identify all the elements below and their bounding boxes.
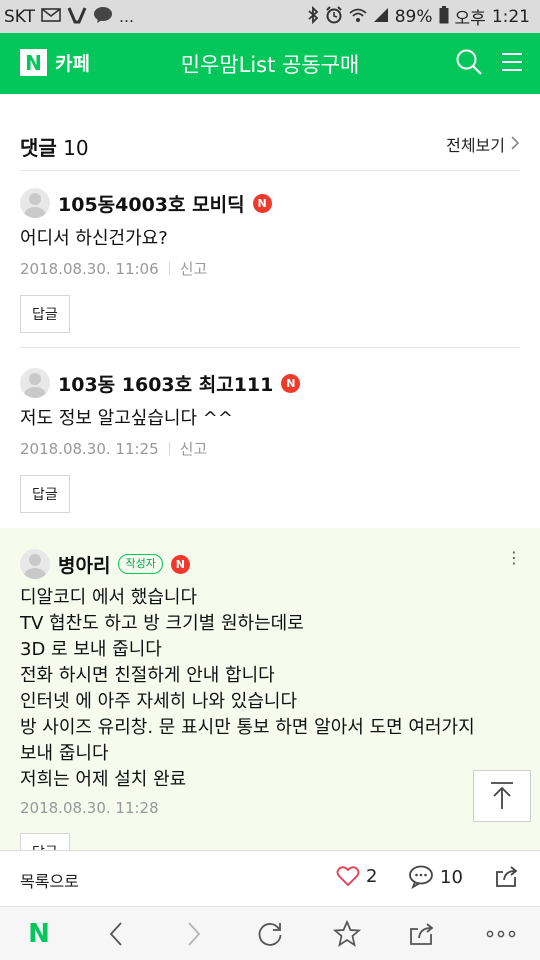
chevron-right-icon (511, 135, 520, 154)
wifi-icon (349, 7, 367, 27)
comment-date: 2018.08.30. 11:25 (20, 439, 159, 458)
battery-icon (439, 5, 449, 28)
comment-text: 어디서 하신건가요? (20, 228, 168, 249)
chat-bubble-icon (93, 6, 113, 28)
scroll-to-top-button[interactable] (473, 770, 531, 822)
clock-time: 1:21 (491, 6, 530, 27)
menu-icon[interactable] (500, 50, 524, 74)
comment-meta: 2018.08.30. 11:28 (20, 799, 520, 817)
more-dots: … (119, 7, 135, 26)
comment-text: 저도 정보 알고싶습니다 ^^ (20, 408, 233, 429)
see-all-label: 전체보기 (446, 136, 505, 155)
more-options-icon[interactable]: ⋮ (506, 550, 522, 566)
report-link[interactable]: 신고 (180, 258, 208, 279)
mail-icon (41, 7, 61, 27)
comment-date: 2018.08.30. 11:06 (20, 259, 159, 278)
comment-item: 105동4003호 모비딕 N 어디서 하신건가요? 2018.08.30. 1… (0, 186, 540, 333)
status-left: SKT … (4, 6, 134, 28)
comment-text: 디알코디 에서 했습니다 TV 협찬도 하고 방 크기별 원하는데로 3D 로 … (20, 585, 520, 793)
arrow-up-icon (491, 782, 513, 809)
new-badge: N (252, 193, 272, 213)
avatar (20, 368, 50, 398)
author-nickname: 병아리 (58, 554, 111, 577)
see-all-link[interactable]: 전체보기 (446, 132, 520, 156)
comment-meta: 2018.08.30. 11:06 신고 (20, 258, 520, 279)
comment-author[interactable]: 103동 1603호 최고111 N (20, 366, 520, 400)
comment-line: 디알코디 에서 했습니다 (20, 587, 198, 608)
report-link[interactable]: 신고 (180, 438, 208, 459)
comment-line: 방 사이즈 유리창. 문 표시만 통보 하면 알아서 도면 여러가지 (20, 717, 475, 738)
like-button[interactable]: 2 (336, 865, 377, 887)
search-icon[interactable] (455, 48, 483, 76)
comment-item: 103동 1603호 최고111 N 저도 정보 알고싶습니다 ^^ 2018.… (0, 366, 540, 513)
comments-count: 10 (63, 136, 89, 160)
author-nickname: 105동4003호 모비딕 (58, 193, 245, 216)
browser-nav-bar: N (0, 906, 540, 960)
comments-header: 댓글 10 전체보기 (0, 118, 540, 170)
like-count: 2 (366, 865, 378, 887)
comment-line: 3D 로 보내 줍니다 (20, 639, 162, 660)
reply-button[interactable]: 답글 (20, 475, 70, 513)
share-icon[interactable] (408, 920, 438, 948)
back-to-list-button[interactable]: 목록으로 (20, 868, 79, 892)
bluetooth-icon (307, 5, 319, 28)
comments-title: 댓글 10 (20, 132, 89, 161)
bookmark-star-icon[interactable] (332, 920, 362, 948)
divider (20, 170, 520, 171)
refresh-icon[interactable] (255, 920, 285, 948)
comment-line: 전화 하시면 친절하게 안내 합니다 (20, 665, 275, 686)
writer-tag: 작성자 (118, 554, 163, 574)
v-icon (67, 6, 87, 28)
writer-comment-item: 병아리 작성자 N ⋮ 디알코디 에서 했습니다 TV 협찬도 하고 방 크기별… (0, 547, 540, 871)
avatar (20, 549, 50, 579)
comment-line: TV 협찬도 하고 방 크기별 원하는데로 (20, 613, 304, 634)
comments-label: 댓글 (20, 136, 57, 160)
avatar (20, 188, 50, 218)
author-nickname: 103동 1603호 최고111 (58, 373, 274, 396)
app-header: N 카페 민우맘List 공동구매 (0, 33, 540, 94)
alarm-icon (325, 5, 343, 28)
meta-separator (168, 262, 170, 275)
signal-icon (373, 7, 389, 27)
comment-author[interactable]: 105동4003호 모비딕 N (20, 186, 520, 220)
reply-button[interactable]: 답글 (20, 295, 70, 333)
new-badge: N (281, 373, 301, 393)
forward-icon[interactable] (179, 920, 209, 948)
battery-percent: 89% (394, 6, 433, 27)
comment-icon (409, 865, 433, 889)
share-icon[interactable] (495, 865, 521, 893)
ampm-label: 오후 (454, 9, 486, 29)
back-icon[interactable] (101, 920, 131, 948)
new-badge: N (170, 554, 190, 574)
comment-line: 저희는 어제 설치 완료 (20, 769, 187, 790)
status-right: 89% 오후 1:21 (307, 4, 530, 29)
heart-icon (336, 866, 360, 887)
comment-date: 2018.08.30. 11:28 (20, 799, 159, 817)
status-bar: SKT … 89% 오후 1:21 (0, 0, 540, 33)
naver-home-icon[interactable]: N (24, 919, 54, 949)
comment-count: 10 (440, 866, 463, 888)
comment-meta: 2018.08.30. 11:25 신고 (20, 438, 520, 459)
comment-line: 보내 줍니다 (20, 743, 109, 764)
meta-separator (168, 442, 170, 455)
more-icon[interactable] (486, 920, 516, 948)
divider (20, 347, 520, 348)
comment-count-button[interactable]: 10 (408, 865, 463, 889)
bottom-action-bar: 목록으로 2 10 (0, 850, 540, 906)
carrier-label: SKT (4, 6, 36, 27)
comment-author[interactable]: 병아리 작성자 N (20, 547, 520, 581)
comment-line: 인터넷 에 아주 자세히 나와 있습니다 (20, 691, 298, 712)
